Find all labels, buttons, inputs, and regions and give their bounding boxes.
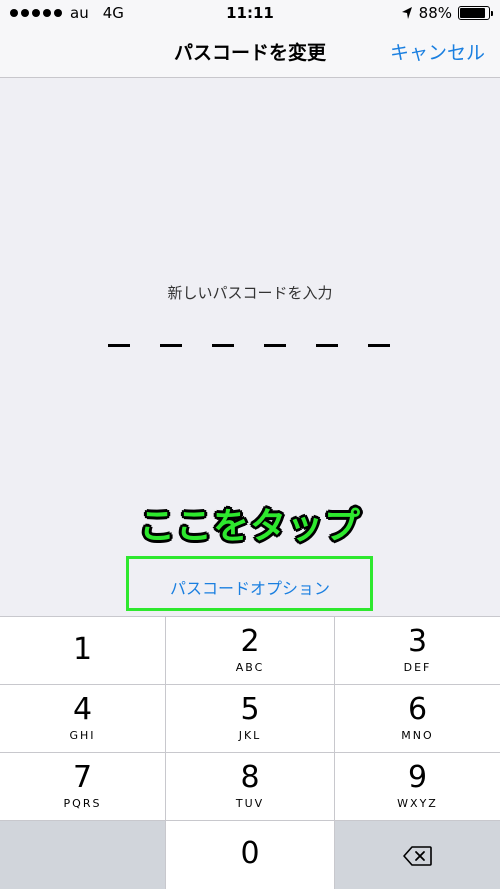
key-8[interactable]: 8 TUV [166,753,334,820]
passcode-digit-slot [368,344,390,347]
passcode-digit-slot [264,344,286,347]
navigation-bar: パスコードを変更 キャンセル [0,26,500,78]
numeric-keypad: 1 2 ABC 3 DEF 4 GHI 5 JKL 6 MNO 7 PQRS 8… [0,616,500,889]
key-9[interactable]: 9 WXYZ [335,753,500,820]
key-letters: DEF [403,661,432,674]
passcode-dots [108,344,390,347]
battery-icon [458,6,493,20]
key-digit: 1 [72,632,93,667]
key-0[interactable]: 0 [166,821,334,889]
passcode-digit-slot [160,344,182,347]
key-letters: MNO [401,729,434,742]
status-bar: au 4G 11:11 88% [0,0,500,26]
key-5[interactable]: 5 JKL [166,685,334,752]
key-1[interactable]: 1 [0,617,165,684]
key-letters: TUV [235,797,265,810]
key-4[interactable]: 4 GHI [0,685,165,752]
key-letters: WXYZ [397,797,438,810]
battery-percent: 88% [418,4,452,22]
key-letters: JKL [238,729,262,742]
passcode-options-button[interactable]: パスコードオプション [0,575,500,599]
passcode-digit-slot [316,344,338,347]
key-digit: 7 [72,760,93,795]
blank-key [0,821,165,889]
key-digit: 9 [407,760,428,795]
status-right: 88% [401,4,493,22]
key-digit: 5 [240,692,260,727]
battery-level-fill [460,8,485,18]
passcode-prompt: 新しいパスコードを入力 [167,284,333,302]
key-digit: 0 [240,836,260,871]
key-digit: 3 [407,624,428,659]
key-digit: 2 [240,624,260,659]
passcode-digit-slot [108,344,130,347]
key-7[interactable]: 7 PQRS [0,753,165,820]
location-arrow-icon [401,7,412,19]
key-digit: 4 [72,692,93,727]
cancel-button[interactable]: キャンセル [390,38,485,65]
key-digit: 8 [240,760,260,795]
key-letters: ABC [235,661,265,674]
key-3[interactable]: 3 DEF [335,617,500,684]
key-letters: PQRS [63,797,102,810]
passcode-digit-slot [212,344,234,347]
key-2[interactable]: 2 ABC [166,617,334,684]
tap-here-annotation: ここをタップ [138,506,361,547]
key-digit: 6 [407,692,428,727]
key-letters: GHI [69,729,96,742]
key-6[interactable]: 6 MNO [335,685,500,752]
delete-button[interactable] [335,821,500,889]
backspace-icon [403,846,432,866]
